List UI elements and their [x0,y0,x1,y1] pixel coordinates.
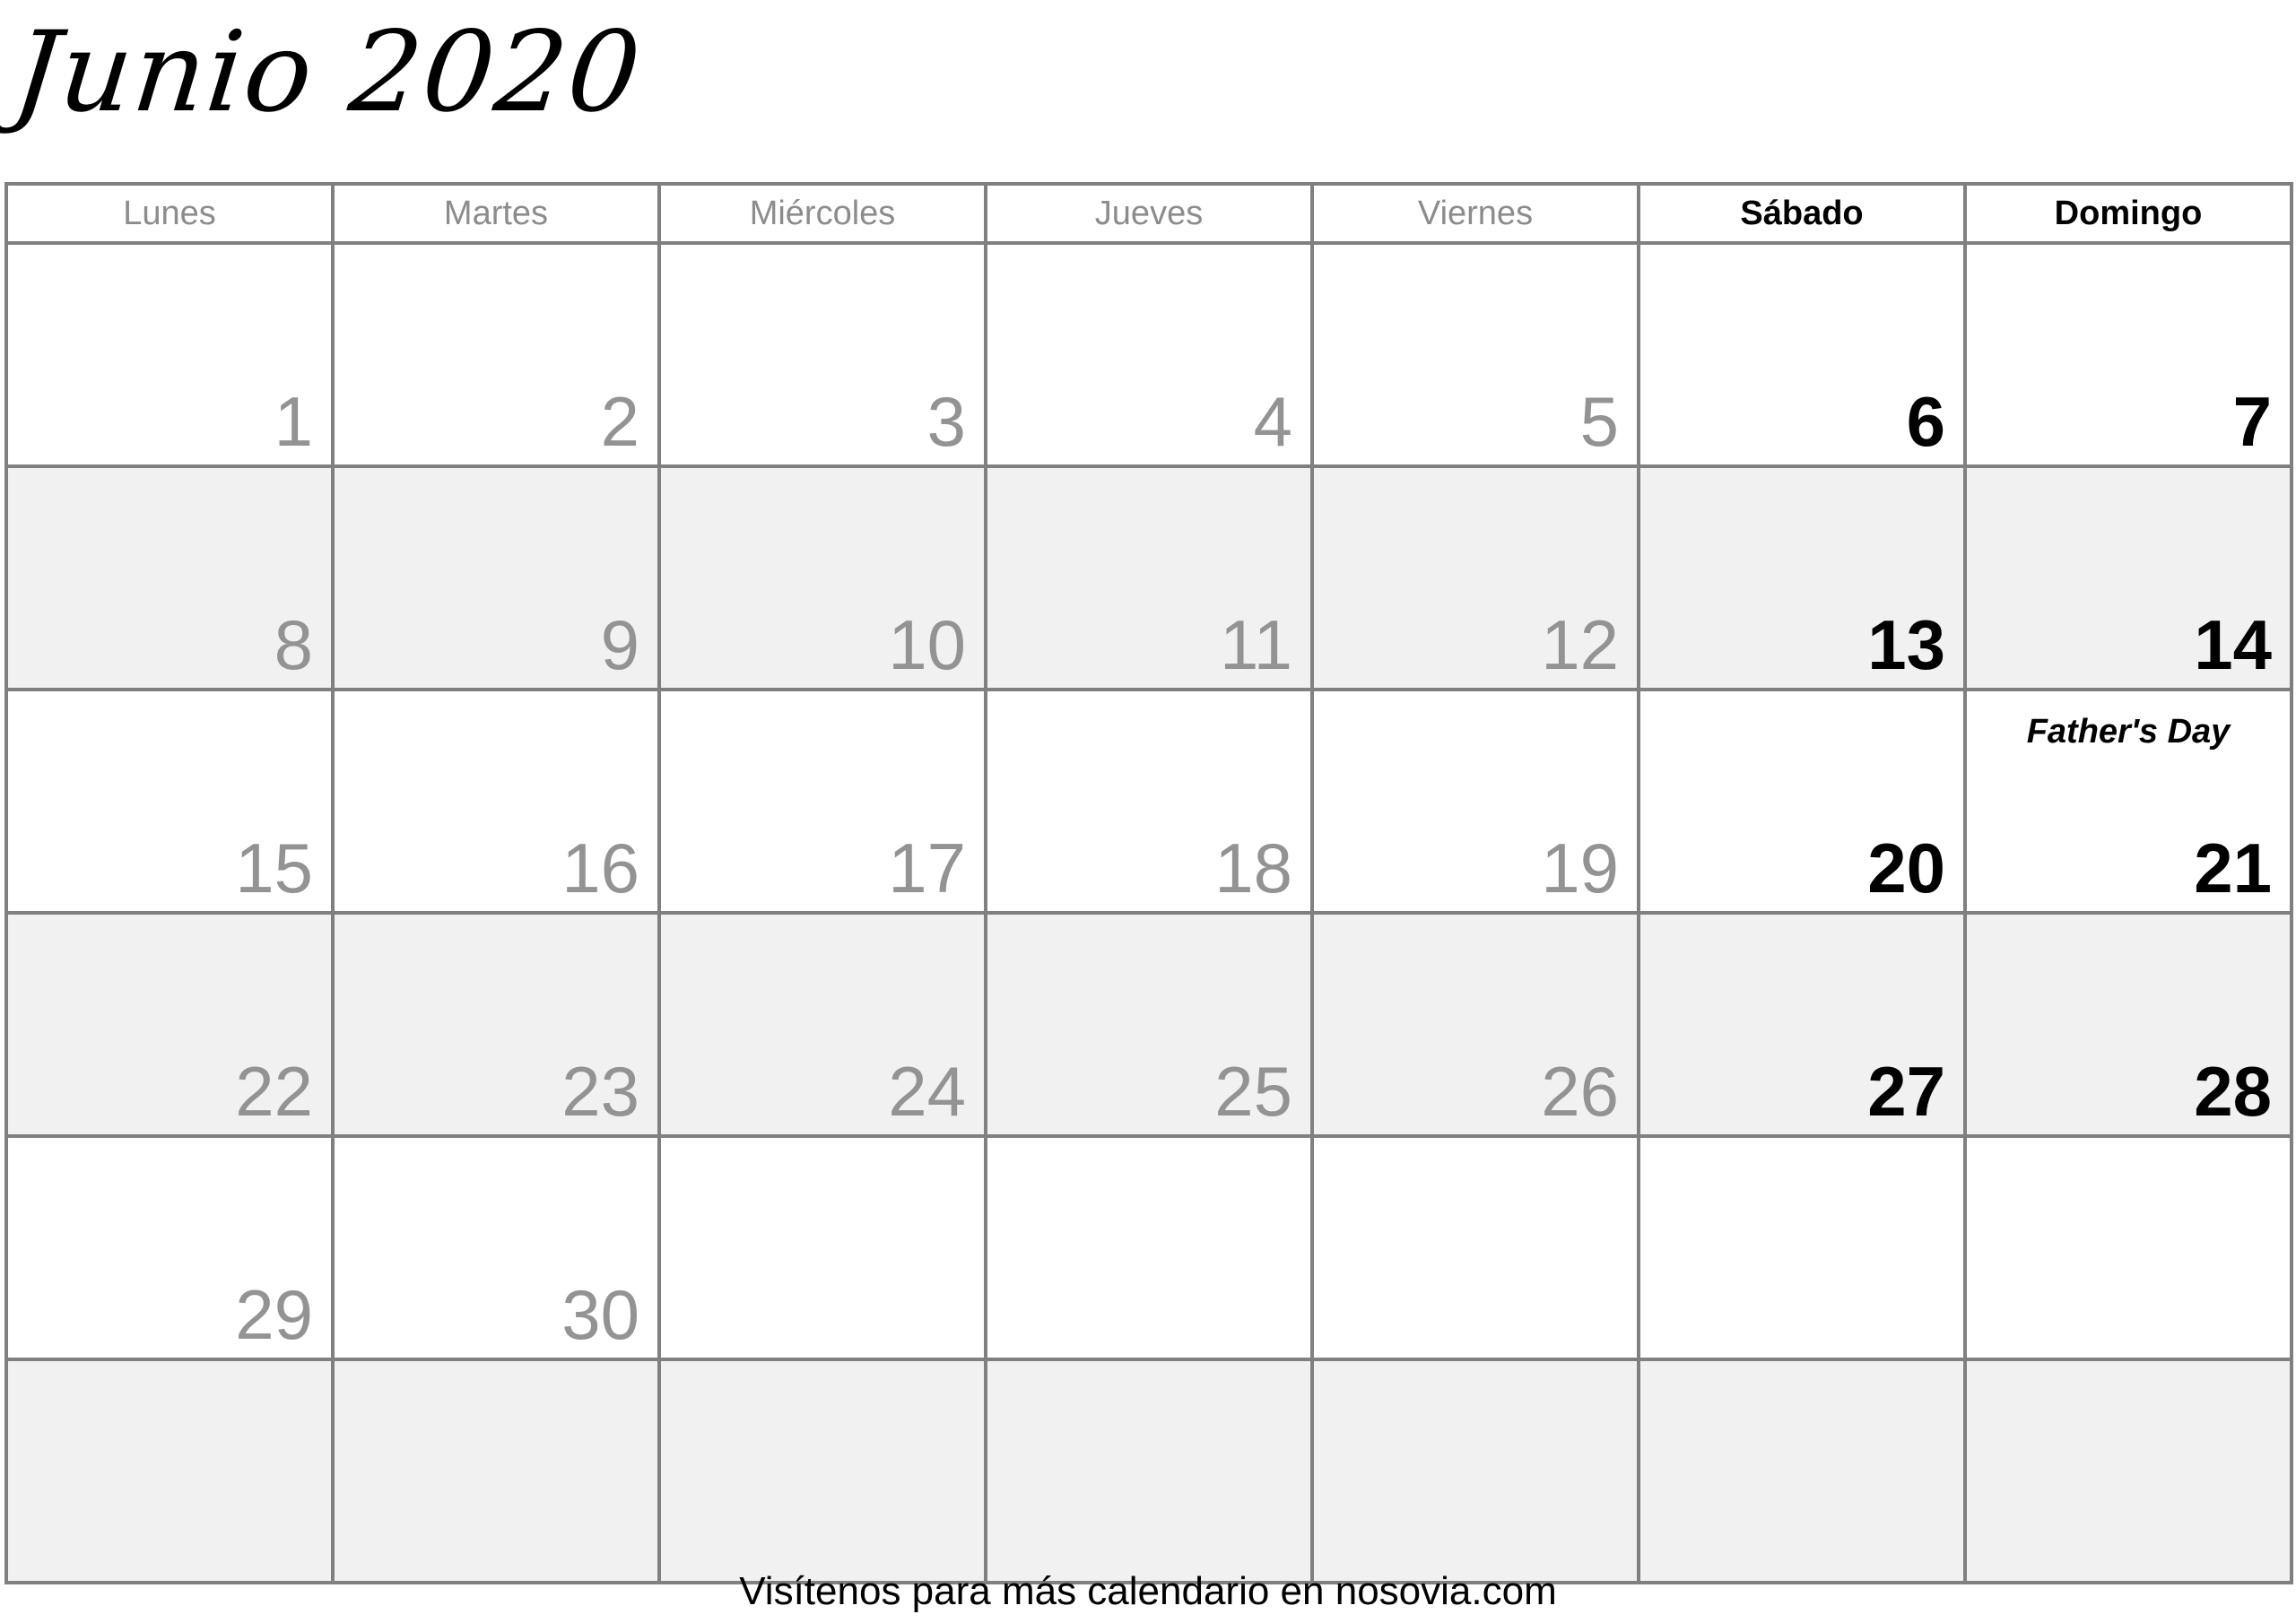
day-number: 12 [1541,605,1619,684]
day-number: 21 [2194,829,2272,907]
calendar-body: 1 2 3 4 5 6 7 8 9 10 11 12 13 14 15 16 17 18 19 20 Father's … [4,241,2293,1584]
day-number: 9 [600,605,639,684]
day-cell-14[interactable]: 14 [1963,464,2293,691]
day-cell-8[interactable]: 8 [4,464,335,691]
day-cell-10[interactable]: 10 [657,464,987,691]
day-cell-11[interactable]: 11 [984,464,1314,691]
day-number: 7 [2232,382,2272,461]
day-cell-26[interactable]: 26 [1310,911,1640,1138]
day-cell-empty[interactable] [1637,1134,1967,1361]
day-cell-23[interactable]: 23 [331,911,661,1138]
day-cell-6[interactable]: 6 [1637,241,1967,468]
day-number: 13 [1867,605,1945,684]
day-cell-27[interactable]: 27 [1637,911,1967,1138]
footer-text: Visítenos para más calendario en nosovia… [739,1569,1557,1613]
day-cell-empty[interactable] [1963,1134,2293,1361]
day-cell-29[interactable]: 29 [4,1134,335,1361]
day-cell-2[interactable]: 2 [331,241,661,468]
day-cell-17[interactable]: 17 [657,688,987,915]
day-number: 4 [1253,382,1292,461]
calendar-header-row: Lunes Martes Miércoles Jueves Viernes Sábado D… [4,182,2293,245]
weekday-header-martes: Martes [331,182,661,245]
day-number: 28 [2194,1052,2272,1131]
day-number: 3 [926,382,966,461]
day-number: 26 [1541,1052,1619,1131]
day-cell-28[interactable]: 28 [1963,911,2293,1138]
day-cell-empty[interactable] [984,1358,1314,1584]
day-cell-4[interactable]: 4 [984,241,1314,468]
day-number: 1 [274,382,313,461]
weekday-header-viernes: Viernes [1310,182,1640,245]
calendar-week-row: 8 9 10 11 12 13 14 [4,464,2293,691]
calendar-grid-wrapper: Lunes Martes Miércoles Jueves Viernes Sábado D… [4,182,2293,1584]
calendar-table: Lunes Martes Miércoles Jueves Viernes Sábado D… [4,182,2293,1584]
day-cell-21[interactable]: Father's Day 21 [1963,688,2293,915]
day-cell-empty[interactable] [1963,1358,2293,1584]
day-number: 5 [1579,382,1619,461]
day-number: 2 [600,382,639,461]
day-number: 11 [1220,605,1292,684]
day-number: 14 [2194,605,2272,684]
calendar-week-row [4,1358,2293,1584]
day-number: 19 [1541,829,1619,907]
day-cell-24[interactable]: 24 [657,911,987,1138]
day-cell-7[interactable]: 7 [1963,241,2293,468]
day-number: 27 [1867,1052,1945,1131]
day-cell-16[interactable]: 16 [331,688,661,915]
day-cell-3[interactable]: 3 [657,241,987,468]
day-cell-18[interactable]: 18 [984,688,1314,915]
day-number: 6 [1906,382,1945,461]
day-number: 29 [235,1275,313,1354]
day-number: 30 [561,1275,639,1354]
day-event-label: Father's Day [2026,713,2231,751]
day-cell-25[interactable]: 25 [984,911,1314,1138]
day-cell-30[interactable]: 30 [331,1134,661,1361]
day-number: 18 [1214,829,1292,907]
day-number: 15 [235,829,313,907]
day-number: 10 [888,605,966,684]
calendar-week-row: 29 30 [4,1134,2293,1361]
title-area: Junio 2020 [7,5,1083,172]
day-cell-empty[interactable] [657,1358,987,1584]
day-number: 8 [274,605,313,684]
day-cell-12[interactable]: 12 [1310,464,1640,691]
calendar-week-row: 1 2 3 4 5 6 7 [4,241,2293,468]
day-number: 24 [888,1052,966,1131]
day-cell-empty[interactable] [4,1358,335,1584]
day-number: 17 [888,829,966,907]
weekday-header-jueves: Jueves [984,182,1314,245]
calendar-week-row: 22 23 24 25 26 27 28 [4,911,2293,1138]
day-cell-15[interactable]: 15 [4,688,335,915]
day-cell-empty[interactable] [984,1134,1314,1361]
day-number: 20 [1867,829,1945,907]
day-number: 16 [561,829,639,907]
day-cell-22[interactable]: 22 [4,911,335,1138]
day-cell-9[interactable]: 9 [331,464,661,691]
page-title: Junio 2020 [7,8,648,137]
day-cell-empty[interactable] [331,1358,661,1584]
day-number: 23 [561,1052,639,1131]
calendar-week-row: 15 16 17 18 19 20 Father's Day 21 [4,688,2293,915]
day-cell-19[interactable]: 19 [1310,688,1640,915]
weekday-header-s-bado: Sábado [1637,182,1967,245]
day-cell-1[interactable]: 1 [4,241,335,468]
day-number: 22 [235,1052,313,1131]
day-cell-13[interactable]: 13 [1637,464,1967,691]
day-cell-5[interactable]: 5 [1310,241,1640,468]
day-cell-empty[interactable] [1637,1358,1967,1584]
day-cell-20[interactable]: 20 [1637,688,1967,915]
day-cell-empty[interactable] [1310,1358,1640,1584]
weekday-header-domingo: Domingo [1963,182,2293,245]
day-cell-empty[interactable] [1310,1134,1640,1361]
day-cell-empty[interactable] [657,1134,987,1361]
weekday-header-mi-rcoles: Miércoles [657,182,987,245]
calendar-page: Junio 2020 Lunes Martes Miércoles Jueves Vie… [0,0,2296,1623]
weekday-header-lunes: Lunes [4,182,335,245]
day-number: 25 [1214,1052,1292,1131]
